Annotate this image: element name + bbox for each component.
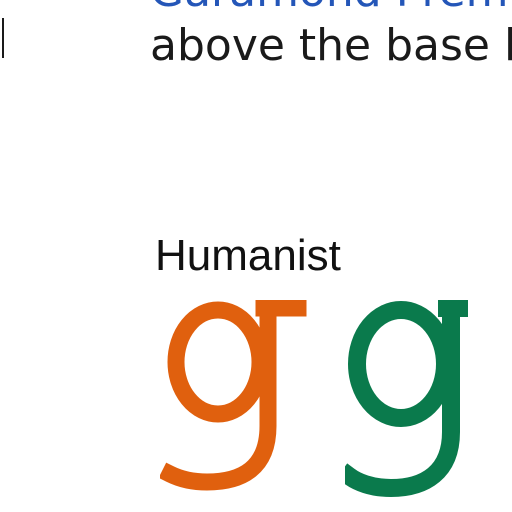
glyph-g-green: g — [345, 300, 468, 498]
section-title: Humanist — [155, 231, 341, 280]
second-line-text: above the base l — [150, 20, 512, 71]
edge-mark — [0, 18, 4, 58]
top-line-text: Garamond Prem — [150, 0, 509, 14]
glyph-g-orange: g — [160, 300, 307, 491]
page: Garamond Prem above the base l Humanist … — [0, 0, 512, 512]
